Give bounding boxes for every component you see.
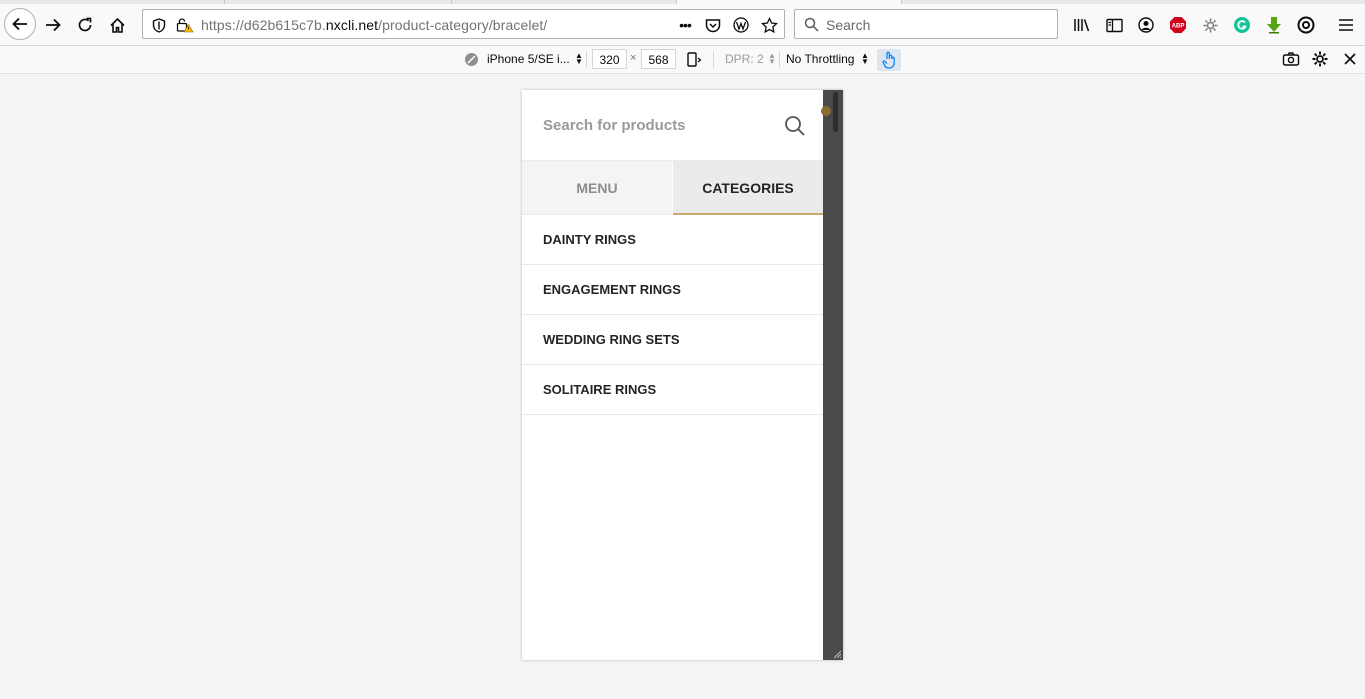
dpr-dropdown-arrows-icon: ▲ ▼ <box>768 51 776 66</box>
account-button[interactable] <box>1135 14 1157 36</box>
more-icon: ••• <box>679 17 692 33</box>
adblock-plus-button[interactable]: ABP <box>1167 14 1189 36</box>
toolbar-separator <box>779 51 780 68</box>
screenshot-button[interactable] <box>1282 51 1302 69</box>
settings-button[interactable] <box>1311 50 1331 70</box>
page-overlay[interactable] <box>821 90 843 660</box>
device-selector-icon <box>465 53 478 66</box>
library-button[interactable] <box>1071 14 1093 36</box>
emulated-viewport: Search for products MENU CATEGORIES DAIN… <box>522 90 843 660</box>
category-list: DAINTY RINGS ENGAGEMENT RINGS WEDDING RI… <box>522 215 823 415</box>
forward-button[interactable] <box>38 10 68 40</box>
hamburger-icon <box>1339 19 1353 31</box>
link-circle-icon <box>1297 16 1315 34</box>
camera-icon <box>1282 52 1300 66</box>
account-icon <box>1138 17 1154 33</box>
category-item-dainty-rings[interactable]: DAINTY RINGS <box>522 215 823 265</box>
scrollbar-thumb[interactable] <box>833 92 838 132</box>
home-button[interactable] <box>102 10 132 40</box>
wordpress-icon <box>733 17 749 33</box>
search-input[interactable]: Search <box>826 17 870 33</box>
mobile-nav-panel: Search for products MENU CATEGORIES DAIN… <box>522 90 823 660</box>
extension-button[interactable] <box>1199 14 1221 36</box>
category-item-solitaire-rings[interactable]: SOLITAIRE RINGS <box>522 365 823 415</box>
gear-icon <box>1312 51 1328 67</box>
pocket-icon <box>705 18 721 32</box>
grammarly-icon <box>1234 17 1250 33</box>
search-icon <box>785 116 805 136</box>
insecure-lock-icon <box>176 18 194 33</box>
mobile-search-button[interactable] <box>784 115 806 140</box>
viewport-width-input[interactable]: 320 <box>592 49 627 69</box>
mobile-nav-tabs: MENU CATEGORIES <box>522 161 823 215</box>
page-actions-button[interactable]: ••• <box>674 14 696 36</box>
tab-categories[interactable]: CATEGORIES <box>673 161 823 215</box>
device-selector[interactable]: iPhone 5/SE i... <box>487 52 570 66</box>
grammarly-button[interactable] <box>1231 14 1253 36</box>
download-helper-button[interactable] <box>1263 14 1285 36</box>
responsive-design-toolbar: iPhone 5/SE i... ▲ ▼ 320 × 568 DPR: 2 ▲ ▼ … <box>0 46 1365 74</box>
dimension-separator: × <box>630 52 637 64</box>
reload-button[interactable] <box>70 10 100 40</box>
touch-hand-icon <box>882 51 895 69</box>
url-text: https://d62b615c7b.nxcli.net/product-cat… <box>201 17 548 33</box>
sidebar-icon <box>1105 18 1123 32</box>
rotate-viewport-button[interactable] <box>683 51 705 69</box>
download-arrow-icon <box>1267 17 1281 34</box>
search-icon <box>804 17 819 32</box>
svg-text:ABP: ABP <box>1172 24 1185 30</box>
toolbar-separator <box>586 51 587 68</box>
home-icon <box>109 17 125 33</box>
shield-icon <box>152 17 166 33</box>
sidebar-button[interactable] <box>1103 14 1125 36</box>
library-icon <box>1074 19 1090 32</box>
nav-toolbar: https://d62b615c7b.nxcli.net/product-cat… <box>0 4 1365 46</box>
reload-icon <box>78 17 92 32</box>
cart-count-icon <box>821 106 831 116</box>
tracking-protection-button[interactable] <box>148 14 170 36</box>
device-dropdown-arrows-icon: ▲ ▼ <box>575 51 583 66</box>
throttling-dropdown-arrows-icon: ▲ ▼ <box>861 51 869 66</box>
open-menu-button[interactable] <box>1335 14 1357 36</box>
category-item-engagement-rings[interactable]: ENGAGEMENT RINGS <box>522 265 823 315</box>
tab-menu[interactable]: MENU <box>522 161 672 215</box>
rotate-device-icon <box>687 52 702 67</box>
dpr-selector[interactable]: DPR: 2 <box>725 52 764 66</box>
touch-simulation-button[interactable] <box>877 49 901 71</box>
network-throttling-selector[interactable]: No Throttling <box>786 52 854 66</box>
search-bar[interactable]: Search <box>794 9 1058 39</box>
arrow-right-icon <box>46 18 61 32</box>
toolbar-separator <box>713 51 714 68</box>
bookmark-star-button[interactable] <box>758 14 780 36</box>
adblock-icon: ABP <box>1170 17 1186 33</box>
url-bar[interactable]: https://d62b615c7b.nxcli.net/product-cat… <box>142 9 785 39</box>
wordpress-button[interactable] <box>730 14 752 36</box>
extension-button-2[interactable] <box>1295 14 1317 36</box>
arrow-left-icon <box>12 17 27 31</box>
mobile-search-input[interactable]: Search for products <box>543 117 686 134</box>
category-item-wedding-ring-sets[interactable]: WEDDING RING SETS <box>522 315 823 365</box>
viewport-height-input[interactable]: 568 <box>641 49 676 69</box>
back-button[interactable] <box>4 8 36 40</box>
mobile-search-form: Search for products <box>522 90 823 161</box>
resize-handle-icon[interactable] <box>832 649 842 659</box>
site-info-button[interactable] <box>174 14 196 36</box>
close-icon <box>1344 53 1356 65</box>
star-icon <box>760 16 778 33</box>
close-responsive-mode-button[interactable] <box>1342 51 1360 69</box>
pocket-button[interactable] <box>702 14 724 36</box>
gear-extension-icon <box>1203 18 1217 32</box>
